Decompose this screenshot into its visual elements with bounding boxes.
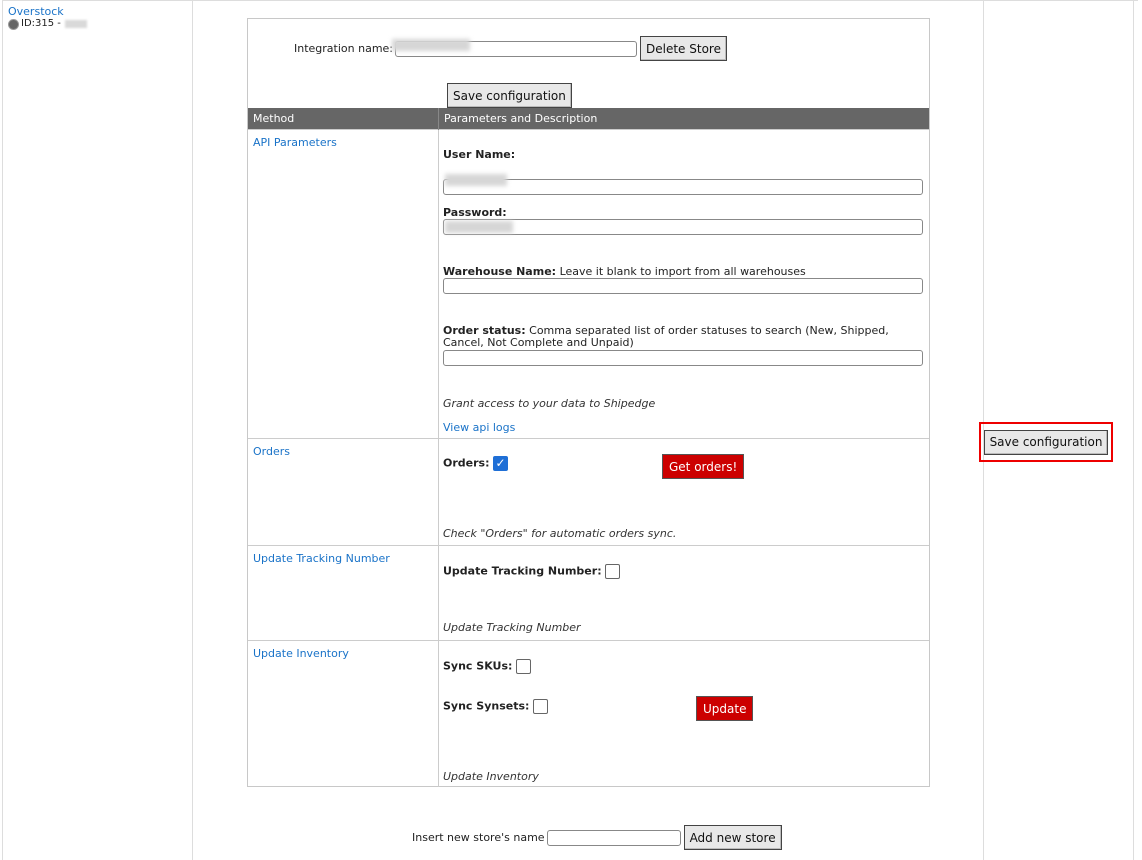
store-link[interactable]: Overstock bbox=[8, 5, 64, 18]
order-status-input[interactable] bbox=[443, 350, 923, 366]
password-input[interactable] bbox=[443, 219, 923, 235]
orders-link[interactable]: Orders bbox=[253, 445, 290, 458]
api-parameters-link[interactable]: API Parameters bbox=[253, 136, 337, 149]
sync-synsets-checkbox[interactable] bbox=[532, 699, 548, 714]
new-store-input[interactable] bbox=[546, 829, 681, 846]
sync-skus-checkbox[interactable] bbox=[515, 659, 531, 674]
redacted-store-name bbox=[64, 20, 87, 28]
left-border bbox=[2, 0, 3, 860]
orders-checkbox[interactable]: ✓ bbox=[492, 456, 508, 471]
tracking-check-row: Update Tracking Number: bbox=[443, 564, 621, 579]
right-border bbox=[1133, 0, 1134, 860]
warehouse-desc: Leave it blank to import from all wareho… bbox=[559, 265, 806, 278]
inventory-row: Update Inventory Sync SKUs: Sync Synsets… bbox=[248, 640, 929, 787]
password-label: Password: bbox=[443, 206, 507, 219]
store-id-row: ID:315 - bbox=[8, 18, 87, 30]
warehouse-row: Warehouse Name: Leave it blank to import… bbox=[443, 265, 806, 278]
username-input[interactable] bbox=[443, 179, 923, 195]
orders-label: Orders: bbox=[443, 456, 490, 470]
tracking-row: Update Tracking Number Update Tracking N… bbox=[248, 545, 929, 641]
inventory-cell: Sync SKUs: Sync Synsets: Update Update I… bbox=[438, 640, 929, 787]
store-id: ID:315 - bbox=[21, 18, 61, 29]
add-new-store-button[interactable]: Add new store bbox=[683, 825, 782, 850]
new-store-row: Insert new store's name Add new store bbox=[412, 825, 782, 850]
tracking-label: Update Tracking Number: bbox=[443, 564, 602, 578]
save-configuration-highlight: Save configuration bbox=[979, 422, 1113, 462]
tracking-desc: Update Tracking Number bbox=[443, 621, 581, 634]
side-save-configuration-button[interactable]: Save configuration bbox=[983, 429, 1109, 455]
grant-access-text: Grant access to your data to Shipedge bbox=[443, 397, 656, 410]
integration-row: Integration name: Delete Store bbox=[294, 36, 727, 61]
sidebar-divider bbox=[192, 0, 193, 860]
tracking-checkbox[interactable] bbox=[605, 564, 621, 579]
api-parameters-cell: User Name: Password: Warehouse Name: Lea… bbox=[438, 129, 929, 439]
sync-synsets-label: Sync Synsets: bbox=[443, 699, 530, 713]
api-parameters-row: API Parameters User Name: Password: Ware… bbox=[248, 129, 929, 439]
update-inventory-button[interactable]: Update bbox=[696, 696, 754, 721]
orders-desc: Check "Orders" for automatic orders sync… bbox=[443, 527, 677, 540]
page-top-border bbox=[2, 0, 1138, 1]
config-table: Method Parameters and Description API Pa… bbox=[248, 108, 929, 787]
get-orders-button[interactable]: Get orders! bbox=[662, 454, 745, 479]
update-tracking-link[interactable]: Update Tracking Number bbox=[253, 552, 390, 565]
config-panel: Integration name: Delete Store Save conf… bbox=[247, 18, 930, 787]
update-inventory-link[interactable]: Update Inventory bbox=[253, 647, 349, 660]
orders-check-row: Orders: ✓ bbox=[443, 456, 508, 471]
orders-cell: Orders: ✓ Get orders! Check "Orders" for… bbox=[438, 438, 929, 546]
warehouse-label: Warehouse Name: bbox=[443, 265, 557, 278]
integration-name-label: Integration name: bbox=[294, 42, 394, 55]
table-header: Method Parameters and Description bbox=[248, 108, 929, 130]
redacted-username bbox=[445, 174, 507, 186]
params-column-header: Parameters and Description bbox=[438, 108, 929, 130]
store-list: Overstock ID:315 - bbox=[8, 6, 87, 30]
new-store-label: Insert new store's name bbox=[412, 831, 545, 844]
save-configuration-button[interactable]: Save configuration bbox=[447, 83, 572, 108]
view-api-logs-link[interactable]: View api logs bbox=[443, 421, 515, 434]
redacted-integration-name bbox=[392, 39, 470, 51]
status-dot-icon bbox=[8, 18, 19, 30]
delete-store-button[interactable]: Delete Store bbox=[640, 36, 727, 61]
sync-skus-row: Sync SKUs: bbox=[443, 659, 531, 674]
orders-row: Orders Orders: ✓ Get orders! Check "Orde… bbox=[248, 438, 929, 546]
sync-skus-label: Sync SKUs: bbox=[443, 659, 513, 673]
inventory-desc: Update Inventory bbox=[443, 770, 539, 783]
tracking-cell: Update Tracking Number: Update Tracking … bbox=[438, 545, 929, 641]
warehouse-input[interactable] bbox=[443, 278, 923, 294]
order-status-row: Order status: Comma separated list of or… bbox=[443, 325, 913, 349]
sync-synsets-row: Sync Synsets: bbox=[443, 699, 548, 714]
redacted-password bbox=[445, 221, 513, 233]
method-column-header: Method bbox=[248, 108, 439, 130]
username-label: User Name: bbox=[443, 148, 516, 161]
